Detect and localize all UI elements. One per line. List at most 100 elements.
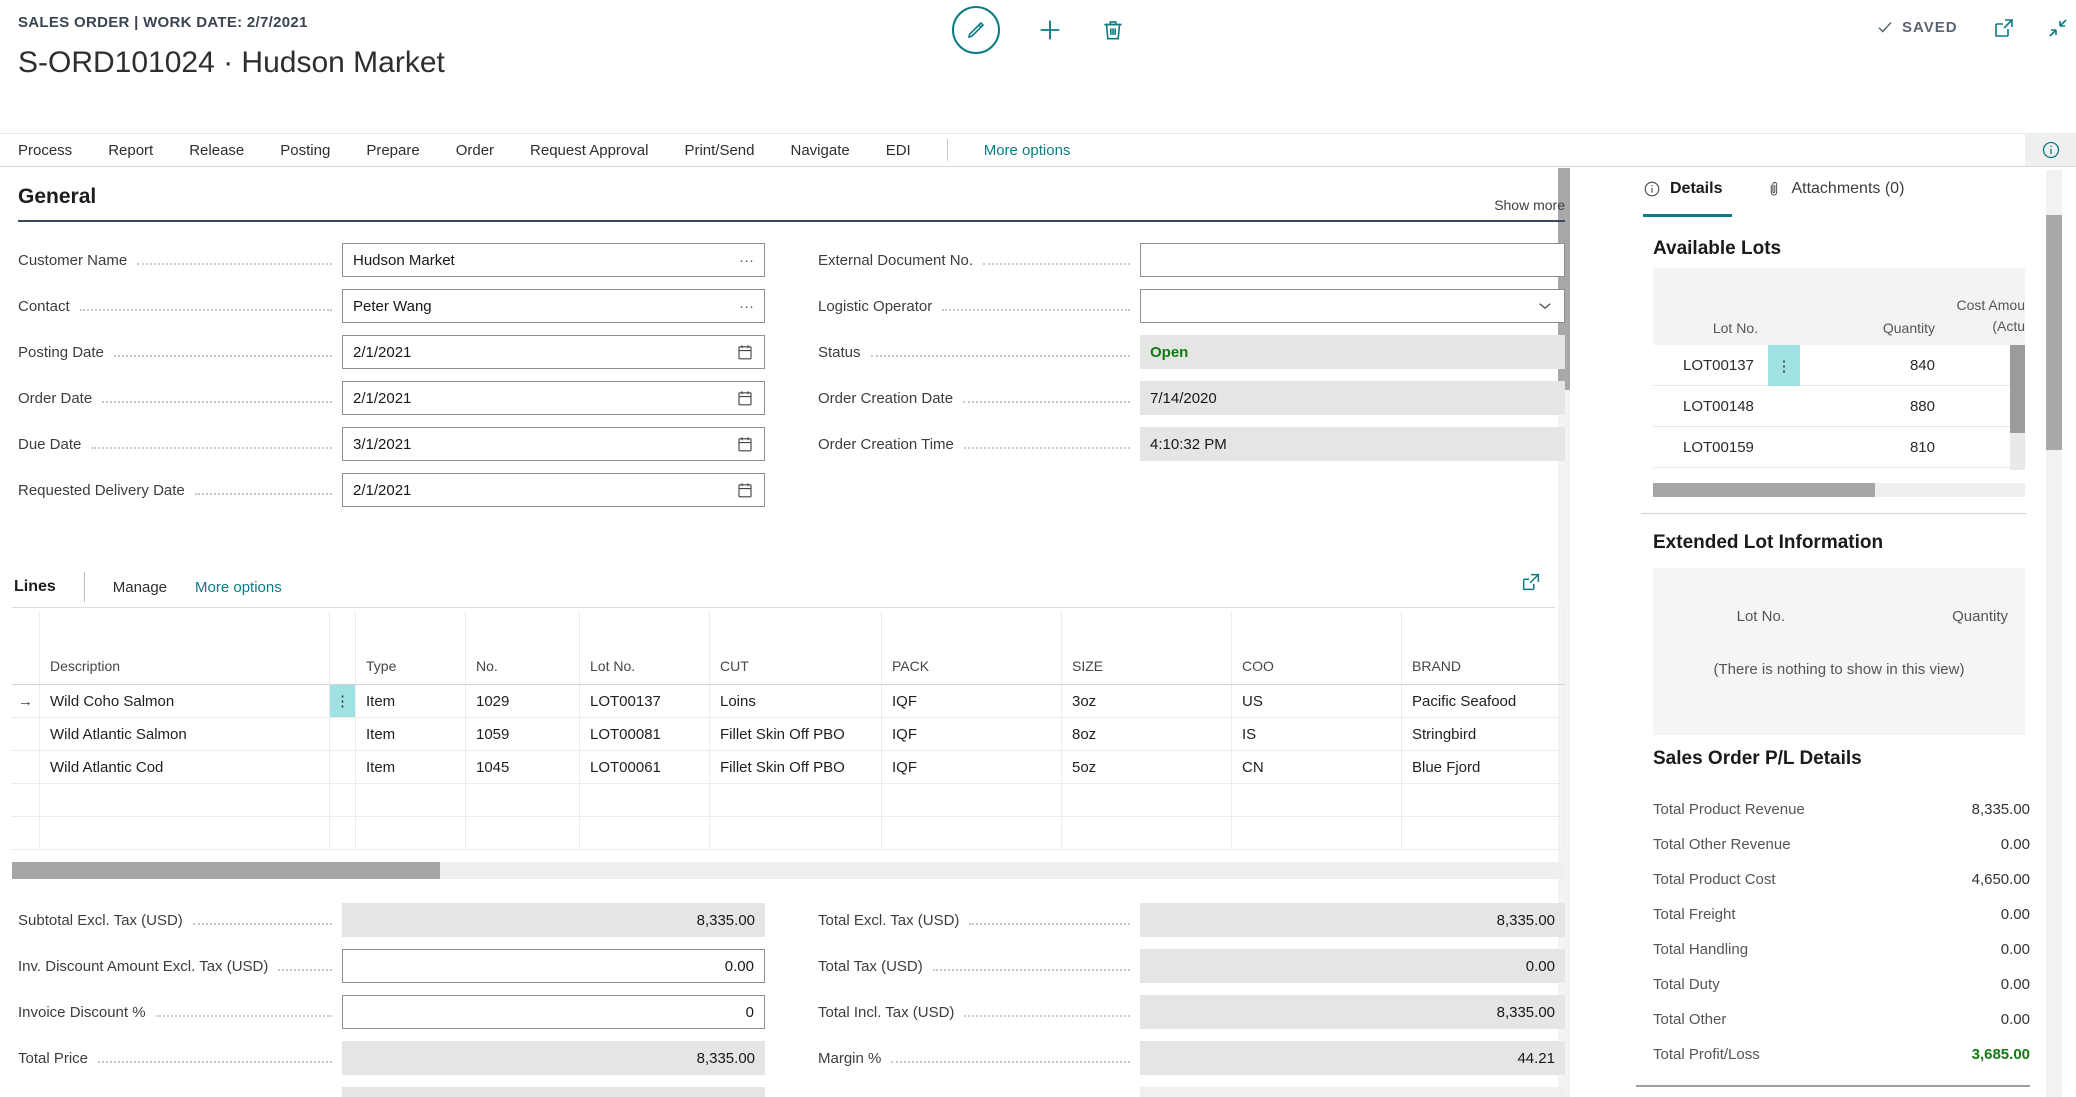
col-cost-amount[interactable]: Cost Amou (Actu bbox=[1950, 295, 2025, 336]
lot-no[interactable]: LOT00159 bbox=[1653, 439, 1768, 456]
row-kebab-icon[interactable]: ⋮ bbox=[330, 685, 356, 718]
posting-date-input[interactable] bbox=[353, 344, 728, 361]
due-date-input[interactable] bbox=[353, 436, 728, 453]
menu-report[interactable]: Report bbox=[108, 142, 153, 159]
edit-button[interactable] bbox=[952, 6, 1000, 54]
lines-more-options-link[interactable]: More options bbox=[195, 579, 282, 596]
expand-lines-button[interactable] bbox=[1520, 571, 1542, 593]
contact-field[interactable]: ··· bbox=[342, 289, 765, 323]
cell-pack[interactable]: IQF bbox=[882, 685, 1062, 718]
menu-posting[interactable]: Posting bbox=[280, 142, 330, 159]
cell-description[interactable]: Wild Atlantic Salmon bbox=[40, 718, 330, 751]
col-coo[interactable]: COO bbox=[1232, 611, 1402, 685]
cell-coo[interactable]: CN bbox=[1232, 751, 1402, 784]
col-lot-no[interactable]: Lot No. bbox=[1653, 608, 1800, 625]
inv-discount-amount-input[interactable] bbox=[353, 958, 754, 975]
tab-attachments[interactable]: Attachments (0) bbox=[1766, 180, 1904, 198]
cell-type[interactable]: Item bbox=[356, 718, 466, 751]
calendar-icon[interactable] bbox=[736, 343, 754, 361]
cell-type[interactable]: Item bbox=[356, 685, 466, 718]
contact-input[interactable] bbox=[353, 298, 731, 315]
requested-delivery-date-field[interactable] bbox=[342, 473, 765, 507]
menu-order[interactable]: Order bbox=[456, 142, 494, 159]
requested-delivery-date-input[interactable] bbox=[353, 482, 728, 499]
lot-quantity[interactable]: 810 bbox=[1800, 439, 1950, 456]
external-document-no-field[interactable] bbox=[1140, 243, 1565, 277]
calendar-icon[interactable] bbox=[736, 435, 754, 453]
lot-quantity[interactable]: 850 bbox=[1800, 480, 1950, 481]
logistic-operator-field[interactable] bbox=[1140, 289, 1565, 323]
cell-lot[interactable]: LOT00137 bbox=[580, 685, 710, 718]
lot-quantity[interactable]: 880 bbox=[1800, 398, 1950, 415]
lots-vertical-scrollbar-thumb[interactable] bbox=[2010, 345, 2025, 433]
cell-type[interactable]: Item bbox=[356, 751, 466, 784]
lookup-ellipsis-icon[interactable]: ··· bbox=[739, 252, 754, 269]
col-lot-no[interactable]: Lot No. bbox=[1653, 320, 1768, 336]
col-cut[interactable]: CUT bbox=[710, 611, 882, 685]
cell-coo[interactable]: US bbox=[1232, 685, 1402, 718]
col-pack[interactable]: PACK bbox=[882, 611, 1062, 685]
cell-cut[interactable]: Fillet Skin Off PBO bbox=[710, 751, 882, 784]
col-type[interactable]: Type bbox=[356, 611, 466, 685]
customer-name-field[interactable]: ··· bbox=[342, 243, 765, 277]
external-document-no-input[interactable] bbox=[1151, 252, 1554, 269]
cell-cut[interactable]: Loins bbox=[710, 685, 882, 718]
lookup-ellipsis-icon[interactable]: ··· bbox=[739, 298, 754, 315]
menu-request-approval[interactable]: Request Approval bbox=[530, 142, 648, 159]
cell-coo[interactable]: IS bbox=[1232, 718, 1402, 751]
lots-vertical-scrollbar[interactable] bbox=[2010, 345, 2025, 470]
col-quantity[interactable]: Quantity bbox=[1800, 608, 2025, 625]
cell-no[interactable]: 1029 bbox=[466, 685, 580, 718]
col-brand[interactable]: BRAND bbox=[1402, 611, 1565, 685]
chevron-down-icon[interactable] bbox=[1536, 297, 1554, 315]
cell-no[interactable]: 1059 bbox=[466, 718, 580, 751]
col-size[interactable]: SIZE bbox=[1062, 611, 1232, 685]
lot-cost[interactable]: 7 bbox=[1950, 480, 2025, 481]
cell-brand[interactable]: Stringbird bbox=[1402, 718, 1565, 751]
cell-cut[interactable]: Fillet Skin Off PBO bbox=[710, 718, 882, 751]
cell-size[interactable]: 3oz bbox=[1062, 685, 1232, 718]
lines-horizontal-scrollbar-thumb[interactable] bbox=[12, 862, 440, 879]
lots-horizontal-scrollbar-thumb[interactable] bbox=[1653, 483, 1875, 497]
delete-button[interactable] bbox=[1100, 17, 1126, 43]
menu-prepare[interactable]: Prepare bbox=[366, 142, 419, 159]
col-quantity[interactable]: Quantity bbox=[1800, 320, 1950, 336]
invoice-discount-pct-field[interactable] bbox=[342, 995, 765, 1029]
menu-process[interactable]: Process bbox=[18, 142, 72, 159]
cell-brand[interactable]: Blue Fjord bbox=[1402, 751, 1565, 784]
cell-size[interactable]: 8oz bbox=[1062, 718, 1232, 751]
lot-quantity[interactable]: 840 bbox=[1800, 357, 1950, 374]
lot-no[interactable]: LOT00178 bbox=[1653, 480, 1768, 481]
lots-horizontal-scrollbar[interactable] bbox=[1653, 483, 2025, 497]
col-no[interactable]: No. bbox=[466, 611, 580, 685]
lines-horizontal-scrollbar[interactable] bbox=[12, 862, 1565, 879]
cell-pack[interactable]: IQF bbox=[882, 718, 1062, 751]
calendar-icon[interactable] bbox=[736, 481, 754, 499]
col-description[interactable]: Description bbox=[40, 611, 330, 685]
logistic-operator-input[interactable] bbox=[1151, 298, 1528, 315]
row-kebab-icon[interactable]: ⋮ bbox=[1768, 345, 1800, 386]
menu-edi[interactable]: EDI bbox=[886, 142, 911, 159]
factbox-scrollbar-thumb[interactable] bbox=[2046, 215, 2062, 450]
customer-name-input[interactable] bbox=[353, 252, 731, 269]
calendar-icon[interactable] bbox=[736, 389, 754, 407]
posting-date-field[interactable] bbox=[342, 335, 765, 369]
col-lot-no[interactable]: Lot No. bbox=[580, 611, 710, 685]
manage-menu[interactable]: Manage bbox=[113, 579, 167, 596]
new-button[interactable] bbox=[1036, 16, 1064, 44]
menu-release[interactable]: Release bbox=[189, 142, 244, 159]
popout-icon[interactable] bbox=[1992, 16, 2016, 40]
order-date-field[interactable] bbox=[342, 381, 765, 415]
collapse-icon[interactable] bbox=[2046, 16, 2070, 40]
cell-size[interactable]: 5oz bbox=[1062, 751, 1232, 784]
lot-no[interactable]: LOT00148 bbox=[1653, 398, 1768, 415]
inv-discount-amount-field[interactable] bbox=[342, 949, 765, 983]
page-info-button[interactable] bbox=[2025, 134, 2076, 166]
menu-navigate[interactable]: Navigate bbox=[791, 142, 850, 159]
tab-details[interactable]: Details bbox=[1643, 180, 1722, 198]
lot-no[interactable]: LOT00137 bbox=[1653, 357, 1768, 374]
cell-lot[interactable]: LOT00081 bbox=[580, 718, 710, 751]
cell-lot[interactable]: LOT00061 bbox=[580, 751, 710, 784]
show-more-link[interactable]: Show more bbox=[1440, 197, 1565, 213]
cell-description[interactable]: Wild Coho Salmon bbox=[40, 685, 330, 718]
